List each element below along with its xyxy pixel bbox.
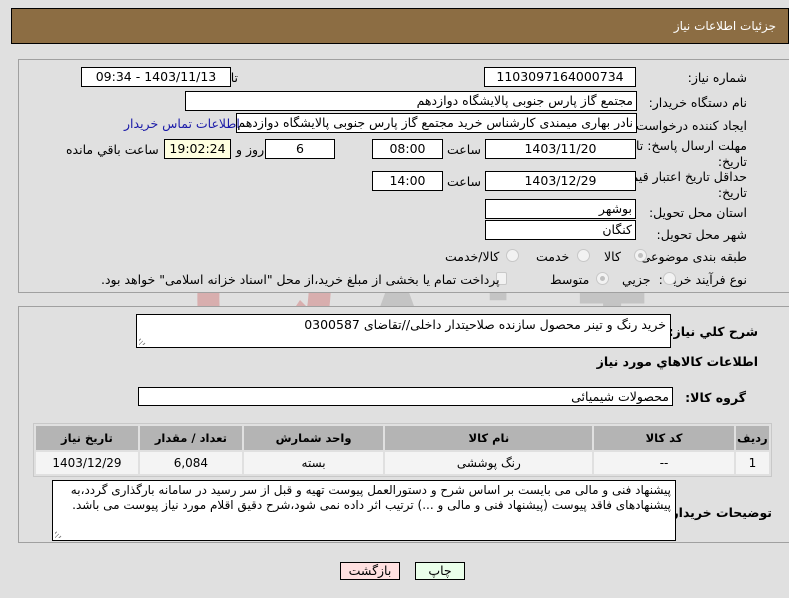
category-label: طبقه بندی موضوعی: — [636, 249, 747, 264]
price-validity-label-2: تاریخ: — [717, 185, 747, 200]
cell-unit: بسته — [243, 452, 384, 474]
buyer-notes-text: پیشنهاد فنی و مالی می بایست بر اساس شرح … — [70, 483, 671, 512]
category-radio-goods-service[interactable] — [506, 249, 519, 262]
category-option-goods: کالا — [604, 249, 621, 264]
description-textarea[interactable]: خرید رنگ و تینر محصول سازنده صلاحیتدار د… — [136, 314, 671, 348]
creator-field: نادر بهاری میمندی کارشناس خرید مجتمع گاز… — [236, 113, 637, 133]
items-heading: اطلاعات کالاهاي مورد نیاز — [596, 354, 758, 369]
description-label: شرح کلي نیاز: — [668, 324, 758, 339]
col-code: کد کالا — [594, 426, 734, 450]
announce-datetime-field: 1403/11/13 - 09:34 — [81, 67, 231, 87]
need-number-field: 1103097164000734 — [484, 67, 636, 87]
province-field: بوشهر — [485, 199, 636, 219]
goods-group-label: گروه کالا: — [685, 390, 746, 405]
deadline-date-field: 1403/11/20 — [485, 139, 636, 159]
payment-note: پرداخت تمام یا بخشی از مبلغ خرید،از محل … — [101, 272, 500, 287]
cell-quantity: 6,084 — [139, 452, 242, 474]
print-button[interactable]: چاپ — [415, 562, 465, 580]
process-radio-medium[interactable] — [596, 272, 609, 285]
items-table-header: ردیف کد کالا نام کالا واحد شمارش تعداد /… — [36, 426, 769, 450]
col-quantity: تعداد / مقدار — [139, 426, 242, 450]
cell-name: رنگ پوششی — [385, 452, 593, 474]
page-header: جزئیات اطلاعات نیاز — [11, 8, 789, 44]
deadline-time-field: 08:00 — [372, 139, 443, 159]
col-unit: واحد شمارش — [243, 426, 384, 450]
price-validity-date-field: 1403/12/29 — [485, 171, 636, 191]
resize-grip-icon[interactable] — [55, 530, 63, 538]
remaining-time-field: 19:02:24 — [164, 139, 231, 159]
price-validity-time-label: ساعت — [447, 174, 482, 189]
page-title: جزئیات اطلاعات نیاز — [673, 19, 776, 33]
city-label: شهر محل تحویل: — [656, 227, 747, 242]
remaining-suffix-label: ساعت باقي مانده — [66, 142, 159, 157]
items-table: ردیف کد کالا نام کالا واحد شمارش تعداد /… — [33, 423, 772, 477]
city-field: کنگان — [485, 220, 636, 240]
cell-row: 1 — [735, 452, 769, 474]
category-radio-service[interactable] — [577, 249, 590, 262]
buyer-notes-label: توضیحات خریدار: — [666, 505, 772, 520]
category-radio-goods[interactable] — [634, 249, 647, 262]
cell-date: 1403/12/29 — [36, 452, 138, 474]
days-and-label: روز و — [236, 142, 265, 157]
deadline-label-2: تاریخ: — [717, 154, 747, 169]
buyer-org-label: نام دستگاه خریدار: — [648, 95, 747, 110]
col-date: تاریخ نیاز — [36, 426, 138, 450]
back-button[interactable]: بازگشت — [340, 562, 400, 580]
table-row: 1 -- رنگ پوششی بسته 6,084 1403/12/29 — [36, 452, 769, 474]
province-label: استان محل تحویل: — [648, 205, 747, 220]
deadline-label: مهلت ارسال پاسخ: تا — [636, 138, 747, 153]
cell-code: -- — [594, 452, 734, 474]
category-option-service: خدمت — [536, 249, 570, 264]
col-name: نام کالا — [385, 426, 593, 450]
process-radio-small[interactable] — [663, 272, 676, 285]
need-number-label: شماره نیاز: — [687, 70, 747, 85]
deadline-time-label: ساعت — [447, 142, 482, 157]
buyer-contact-link[interactable]: اطلاعات تماس خریدار — [124, 116, 240, 131]
buyer-notes-textarea[interactable]: پیشنهاد فنی و مالی می بایست بر اساس شرح … — [52, 480, 676, 541]
col-row: ردیف — [735, 426, 769, 450]
price-validity-time-field: 14:00 — [372, 171, 443, 191]
buyer-org-field: مجتمع گاز پارس جنوبی پالایشگاه دوازدهم — [185, 91, 637, 111]
remaining-days-field: 6 — [265, 139, 335, 159]
process-option-medium: متوسط — [550, 272, 590, 287]
resize-grip-icon[interactable] — [139, 337, 147, 345]
process-option-small: جزيي — [622, 272, 651, 287]
description-text: خرید رنگ و تینر محصول سازنده صلاحیتدار د… — [304, 317, 666, 332]
creator-label: ایجاد کننده درخواست: — [631, 118, 747, 133]
category-option-goods-service: کالا/خدمت — [445, 249, 500, 264]
goods-group-field: محصولات شیمیائی — [138, 387, 673, 406]
